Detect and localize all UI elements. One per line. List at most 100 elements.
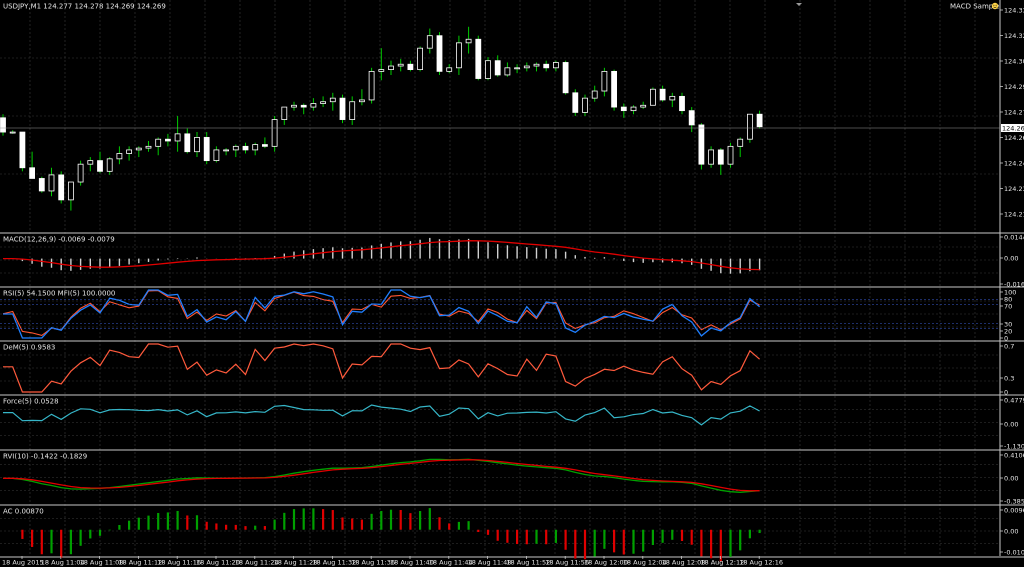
demarker-label: DeM(5) 0.9583 [3,344,55,352]
time-tick-label: 18 Aug 12:16 [739,559,783,567]
candle-body [504,67,511,76]
candle-body [164,138,171,142]
force-tick-label: -1.1309 [1004,443,1024,451]
candle-body [300,104,307,108]
candle-body [358,99,365,103]
macd-label: MACD(12,26,9) -0.0069 -0.0079 [3,236,115,244]
candle-body [533,63,540,67]
candle-body [261,144,268,147]
candle-body [339,97,346,120]
ac-tick-label: 0.00 [1004,528,1018,536]
price-tick-label: 124.245 [1004,160,1024,168]
candle-body [543,63,550,69]
candle-body [494,60,501,76]
dem-tick-label: 0.3 [1004,375,1014,383]
candle-body [436,35,443,72]
candle-body [553,62,559,69]
candle-body [446,67,453,72]
price-tick-label: 124.335 [1004,7,1024,15]
candle-body [572,92,579,113]
macd-tick-label: 0.00 [1004,255,1018,263]
candle-body [232,145,239,151]
candle-body [77,163,84,183]
rsi-tick-label: 0 [1004,335,1008,343]
rvi-tick-label: 0.00 [1004,475,1018,483]
ac-tick-label: 0.00963 [1004,507,1024,515]
time-tick-label: 18 Aug 11:56 [545,559,589,567]
candle-body [698,124,705,165]
candle-body [591,90,598,99]
candle-body [465,38,472,44]
candle-body [213,149,220,162]
candle-body [582,97,588,113]
rvi-tick-label: -0.3855 [1004,498,1024,506]
candle-body [756,113,763,128]
candle-body [523,65,530,69]
candle-body [184,133,191,153]
candle-body [19,131,26,169]
trading-chart[interactable]: USDJPY,M1 124.277 124.278 124.269 124.26… [0,0,1024,567]
time-tick-label: 18 Aug 11:48 [468,559,512,567]
candle-body [242,145,249,151]
candle-body [620,106,627,112]
candle-body [329,97,336,103]
time-tick-label: 18 Aug 11:12 [118,559,162,567]
price-tick-label: 124.215 [1004,211,1024,219]
candle-body [659,88,666,101]
candle-body [281,106,288,120]
time-tick-label: 18 Aug 11:32 [312,559,356,567]
candle-body [194,137,200,153]
rsi-label: RSI(5) 54.1500 MFI(5) 100.0000 [3,290,115,298]
candle-body [0,117,6,133]
candle-body [426,35,433,49]
candle-body [368,70,375,101]
candle-body [650,88,656,106]
candle-body [397,63,404,67]
force-index-label: Force(5) 0.0528 [3,398,59,406]
candle-body [9,131,16,134]
candle-body [223,149,230,152]
candle-body [29,167,36,179]
candle-body [708,149,714,165]
force-tick-label: 0.00 [1004,421,1018,429]
price-tick-label: 124.260 [1004,134,1024,142]
candle-body [630,106,637,112]
ac-tick-label: -0.01076 [1004,549,1024,557]
macd-tick-label: -0.0162 [1004,281,1024,289]
time-axis[interactable]: 18 Aug 201518 Aug 11:0418 Aug 11:0818 Au… [2,556,783,567]
time-tick-label: 18 Aug 12:04 [623,559,667,567]
smiley-icon [991,2,999,10]
candle-body [378,69,385,72]
candle-body [126,149,132,154]
candle-body [87,160,94,165]
candle-body [155,138,162,147]
price-tick-label: 124.275 [1004,109,1024,117]
candle-body [640,104,647,108]
price-tick-label: 124.320 [1004,32,1024,40]
time-tick-label: 18 Aug 11:24 [235,559,279,567]
candle-body [747,113,753,140]
candle-body [562,62,569,94]
candle-body [417,47,424,71]
candle-body [601,70,608,92]
chart-title: USDJPY,M1 124.277 124.278 124.269 124.26… [3,3,166,11]
time-tick-label: 18 Aug 11:28 [274,559,318,567]
candle-body [475,38,482,79]
candle-body [116,153,123,160]
candle-body [48,174,55,192]
candle-body [145,145,152,149]
rvi-tick-label: 0.4106 [1004,452,1024,460]
macd-tick-label: 0.0144 [1004,234,1024,242]
force-tick-label: 0.4779 [1004,397,1024,405]
time-tick-label: 18 Aug 12:00 [584,559,628,567]
candle-body [688,110,695,126]
price-tick-label: 124.290 [1004,83,1024,91]
candle-body [611,70,617,108]
candle-body [203,137,210,162]
time-tick-label: 18 Aug 11:04 [41,559,85,567]
candle-body [271,119,278,147]
time-tick-label: 18 Aug 11:36 [351,559,395,567]
time-tick-label: 18 Aug 12:12 [700,559,744,567]
candle-body [97,160,103,172]
rvi-label: RVI(10) -0.1422 -0.1829 [3,453,87,461]
